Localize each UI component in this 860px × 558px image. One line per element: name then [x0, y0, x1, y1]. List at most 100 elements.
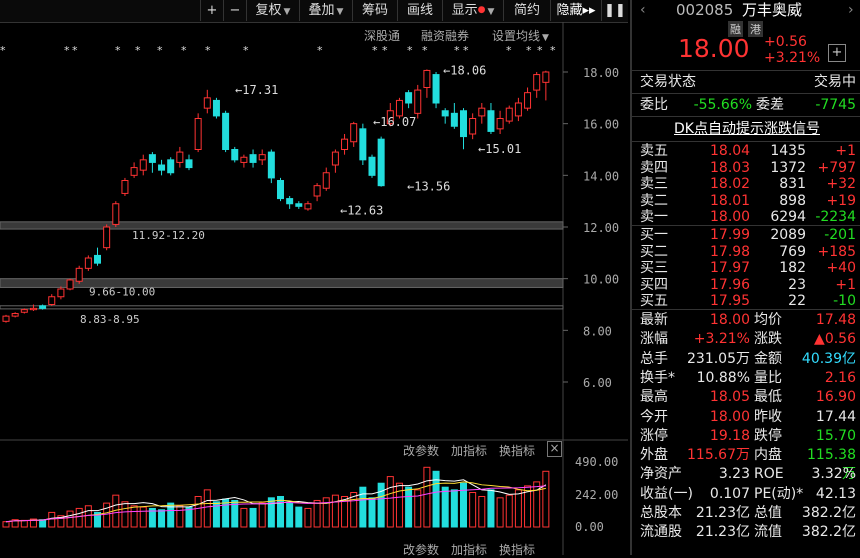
star-mark: *: [243, 44, 249, 57]
yincang-button[interactable]: 隐藏▸▸: [550, 0, 601, 21]
collapse-icon[interactable]: ‹: [640, 0, 646, 20]
xianshi-label: 显示: [451, 3, 478, 18]
volume-bar: [377, 482, 385, 528]
stat-value: 115.67万: [687, 447, 750, 464]
volume-bar: [295, 506, 303, 528]
candle-body: [258, 154, 266, 161]
stock-header: ‹ 002085 万丰奥威 ›: [632, 0, 860, 20]
candle-body: [322, 172, 330, 189]
candle-body: [240, 156, 248, 163]
candle-body: [331, 151, 339, 166]
caret-down-icon: ▼: [336, 7, 344, 17]
zoom-in-button[interactable]: +: [200, 0, 223, 21]
chart-toolbar: + − 复权 ▼ 叠加 ▼ 筹码 画线 显示● ▼ 简约 隐藏▸▸ ❚❚: [0, 0, 628, 23]
candle-body: [148, 154, 156, 163]
stat-value: 19.18: [709, 427, 750, 444]
candle-body: [57, 288, 65, 298]
pause-button[interactable]: ❚❚: [601, 0, 628, 21]
star-mark: *: [0, 44, 6, 57]
stat-value: 17.44: [815, 408, 856, 425]
trade-status-row: 交易状态 交易中: [638, 72, 860, 92]
add-watch-icon[interactable]: +: [828, 44, 846, 62]
stat-label: 流值: [754, 524, 782, 541]
diejia-label: 叠加: [308, 3, 335, 18]
candle-body: [414, 89, 422, 114]
volume-bar: [66, 510, 74, 528]
zoom-out-button[interactable]: −: [223, 0, 246, 21]
bid-price: 17.95: [710, 293, 751, 309]
zone-annotation: 8.83-8.95: [80, 313, 140, 326]
weibi-value: -55.66%: [693, 97, 752, 113]
kline-chart[interactable]: * * * * * * * * * * * * * * * * * * * * ←17.31←16.07←18.06←…: [0, 22, 628, 555]
volume-bar: [496, 497, 504, 528]
volume-bar: [313, 499, 321, 528]
candle-body: [304, 203, 312, 210]
close-panel-icon[interactable]: ×: [547, 441, 562, 457]
jianyue-button[interactable]: 简约: [503, 0, 550, 21]
stat-label: 最高: [640, 389, 668, 406]
candle-body: [286, 198, 294, 205]
ask-row[interactable]: 卖二 18.01 898 +19: [632, 193, 860, 209]
ask-price: 18.02: [710, 176, 751, 192]
star-mark: *: [454, 44, 460, 57]
star-mark: *: [115, 44, 121, 57]
volume-bar: [487, 489, 495, 528]
xianshi-dropdown[interactable]: 显示● ▼: [442, 0, 503, 21]
candle-body: [368, 156, 376, 176]
ask-row[interactable]: 卖五 18.04 1435 +1: [632, 143, 860, 159]
volume-bar: [139, 506, 147, 528]
dk-signal-link[interactable]: DK点自动提示涨跌信号: [632, 119, 860, 139]
bid-price: 17.98: [710, 243, 751, 260]
diejia-dropdown[interactable]: 叠加 ▼: [299, 0, 352, 21]
huaxian-button[interactable]: 画线: [397, 0, 442, 21]
bid-row[interactable]: 买三 17.97 182 +40: [632, 260, 860, 276]
volume-bar: [423, 466, 431, 528]
candle-body: [185, 159, 193, 169]
bid-label: 买三: [640, 260, 668, 276]
chouma-button[interactable]: 筹码: [352, 0, 397, 21]
stat-label: 涨停: [640, 427, 668, 444]
candle-body: [158, 164, 166, 171]
bid-row[interactable]: 买一 17.99 2089 -201: [632, 227, 860, 243]
gai-canshu-link[interactable]: 改参数: [403, 442, 439, 459]
stat-label: 总值: [754, 505, 782, 521]
candle-body: [487, 110, 495, 132]
stat-label: 均价: [754, 312, 782, 328]
volume-bar: [286, 502, 294, 528]
bid-row[interactable]: 买四 17.96 23 +1: [632, 277, 860, 293]
ask-change: -2234: [815, 209, 856, 225]
bid-row[interactable]: 买二 17.98 769 +185: [632, 244, 860, 260]
candle-body: [194, 118, 202, 150]
gai-canshu-link-2[interactable]: 改参数: [403, 541, 439, 558]
star-mark: *: [407, 44, 413, 57]
star-mark: *: [64, 44, 70, 57]
bid-row[interactable]: 买五 17.95 22 -10: [632, 293, 860, 309]
bid-volume: 2089: [770, 227, 806, 243]
stat-row: 换手* 10.88% 量比 2.16: [632, 369, 860, 388]
volume-bar: [240, 507, 248, 528]
volume-bar: [194, 495, 202, 528]
stat-row: 最高 18.05 最低 16.90: [632, 388, 860, 407]
stat-row: 净资产 3.23 ROE 3.32%: [632, 465, 860, 484]
expand-icon[interactable]: ›: [848, 0, 854, 20]
ask-label: 卖一: [640, 209, 668, 225]
ask-row[interactable]: 卖一 18.00 6294 -2234: [632, 209, 860, 225]
ask-row[interactable]: 卖三 18.02 831 +32: [632, 176, 860, 192]
candle-body: [139, 159, 147, 171]
candle-body: [267, 151, 275, 179]
ask-row[interactable]: 卖四 18.03 1372 +797: [632, 160, 860, 176]
stat-label: 昨收: [754, 408, 782, 425]
huan-zhibiao-link[interactable]: 换指标: [499, 442, 535, 459]
stat-value: 382.2亿: [801, 505, 856, 521]
fuquan-dropdown[interactable]: 复权 ▼: [246, 0, 299, 21]
volume-bar: [84, 505, 92, 528]
stat-value: 21.23亿: [695, 524, 750, 541]
candle-body: [295, 203, 303, 207]
bid-label: 买一: [640, 227, 668, 243]
huan-zhibiao-link-2[interactable]: 换指标: [499, 541, 535, 558]
jia-zhibiao-link[interactable]: 加指标: [451, 442, 487, 459]
candle-body: [359, 128, 367, 161]
stat-value: 10.88%: [696, 369, 750, 386]
caret-down-icon: ▼: [283, 7, 291, 17]
jia-zhibiao-link-2[interactable]: 加指标: [451, 541, 487, 558]
